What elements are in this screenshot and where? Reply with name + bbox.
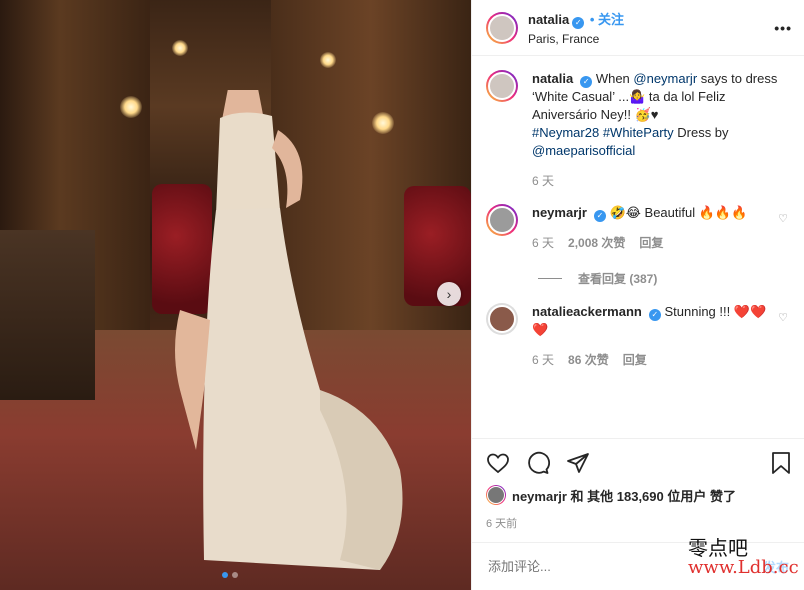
- caption: natalia ✓ When @neymarjr says to dress ‘W…: [486, 70, 788, 190]
- comment-username[interactable]: natalieackermann: [532, 304, 642, 319]
- view-replies-label: 查看回复 (387): [578, 272, 658, 286]
- hashtag-link[interactable]: #Neymar28: [532, 125, 599, 140]
- comment-time[interactable]: 6 天: [532, 234, 554, 252]
- author-avatar[interactable]: [486, 11, 518, 44]
- reply-button[interactable]: 回复: [639, 234, 663, 252]
- comment-likes[interactable]: 86 次赞: [568, 351, 609, 369]
- comment-icon[interactable]: [526, 451, 550, 475]
- verified-badge-icon: ✓: [648, 309, 661, 321]
- post-location[interactable]: Paris, France: [528, 32, 774, 46]
- photo-desk: [0, 230, 95, 400]
- mention-link[interactable]: @maeparisofficial: [532, 143, 635, 158]
- photo-woman-in-dress: [175, 90, 403, 570]
- comment-username[interactable]: neymarjr: [532, 205, 587, 220]
- comments-section: natalia ✓ When @neymarjr says to dress ‘W…: [472, 56, 804, 369]
- comment-meta: 6 天 2,008 次赞 回复: [532, 234, 772, 252]
- action-bar: [486, 449, 793, 477]
- post-actions: neymarjr 和 其他 183,690 位用户 赞了 6 天前: [472, 438, 804, 531]
- comment-item: neymarjr ✓ 🤣😂 Beautiful 🔥🔥🔥 6 天 2,008 次赞 …: [486, 204, 788, 252]
- comment-item: natalieackermann ✓ Stunning !!! ❤️❤️❤️ 6 …: [486, 303, 788, 369]
- likes-summary: neymarjr 和 其他 183,690 位用户 赞了: [486, 485, 793, 505]
- comment-text: neymarjr ✓ 🤣😂 Beautiful 🔥🔥🔥 6 天 2,008 次赞 …: [532, 204, 772, 252]
- liker-username[interactable]: neymarjr: [512, 489, 567, 504]
- view-replies-button[interactable]: 查看回复 (387): [538, 270, 788, 287]
- comment-text: natalieackermann ✓ Stunning !!! ❤️❤️❤️ 6 …: [532, 303, 772, 369]
- watermark-line2: www.Ldb.cc: [688, 557, 799, 578]
- share-icon[interactable]: [566, 451, 590, 475]
- comment-avatar[interactable]: [486, 204, 518, 236]
- photo-lamp: [120, 96, 142, 118]
- photo-lamp: [320, 52, 336, 68]
- verified-badge-icon: ✓: [593, 210, 606, 222]
- bookmark-icon[interactable]: [769, 451, 793, 475]
- replies-divider: [538, 278, 562, 279]
- carousel-dots: [222, 572, 238, 578]
- author-username[interactable]: natalia: [528, 12, 569, 27]
- verified-badge-icon: ✓: [580, 76, 593, 88]
- carousel-dot-active: [222, 572, 228, 578]
- shrug-emoji: 🤷‍♀️: [629, 89, 646, 104]
- photo-lamp: [172, 40, 188, 56]
- verified-badge-icon: ✓: [572, 17, 585, 29]
- caption-time[interactable]: 6 天: [532, 172, 554, 190]
- watermark-line1: 零点吧: [688, 536, 748, 560]
- comment-body: 🤣😂 Beautiful 🔥🔥🔥: [609, 205, 748, 220]
- caption-author-avatar[interactable]: [486, 70, 518, 102]
- liker-avatar[interactable]: [486, 485, 506, 505]
- likes-text: neymarjr 和 其他 183,690 位用户 赞了: [512, 486, 736, 505]
- caption-username[interactable]: natalia: [532, 71, 573, 86]
- chevron-right-icon: ›: [446, 286, 452, 302]
- heart-outline-icon[interactable]: ♡: [778, 212, 788, 252]
- party-emoji: 🥳♥: [634, 107, 659, 122]
- post-photo[interactable]: ›: [0, 0, 471, 590]
- comment-avatar[interactable]: [486, 303, 518, 335]
- carousel-dot: [232, 572, 238, 578]
- heart-icon[interactable]: [486, 451, 510, 475]
- watermark: 零点吧 www.Ldb.cc: [688, 538, 799, 578]
- likes-count[interactable]: 和 其他 183,690 位用户 赞了: [567, 489, 736, 504]
- more-dots-icon[interactable]: •••: [774, 20, 792, 36]
- heart-outline-icon[interactable]: ♡: [778, 311, 788, 369]
- hashtag-link[interactable]: #WhiteParty: [603, 125, 674, 140]
- caption-dress-by: Dress by: [673, 125, 729, 140]
- post-side-panel: natalia ✓ • 关注 Paris, France ••• natalia ✓…: [471, 0, 804, 590]
- caption-line1: When: [595, 71, 634, 86]
- posted-time[interactable]: 6 天前: [486, 515, 793, 531]
- reply-button[interactable]: 回复: [623, 351, 647, 369]
- author-info: natalia ✓ • 关注 Paris, France: [528, 9, 774, 46]
- instagram-post-window: › natalia ✓ • 关注 Paris, France ••• natal…: [0, 0, 804, 590]
- comment-time[interactable]: 6 天: [532, 351, 554, 369]
- comment-likes[interactable]: 2,008 次赞: [568, 234, 625, 252]
- follow-button[interactable]: • 关注: [590, 12, 624, 27]
- mention-link[interactable]: @neymarjr: [633, 71, 697, 86]
- post-header: natalia ✓ • 关注 Paris, France •••: [472, 0, 804, 56]
- next-photo-button[interactable]: ›: [437, 282, 461, 306]
- caption-text: natalia ✓ When @neymarjr says to dress ‘W…: [532, 70, 788, 190]
- caption-meta: 6 天: [532, 172, 788, 190]
- comment-meta: 6 天 86 次赞 回复: [532, 351, 772, 369]
